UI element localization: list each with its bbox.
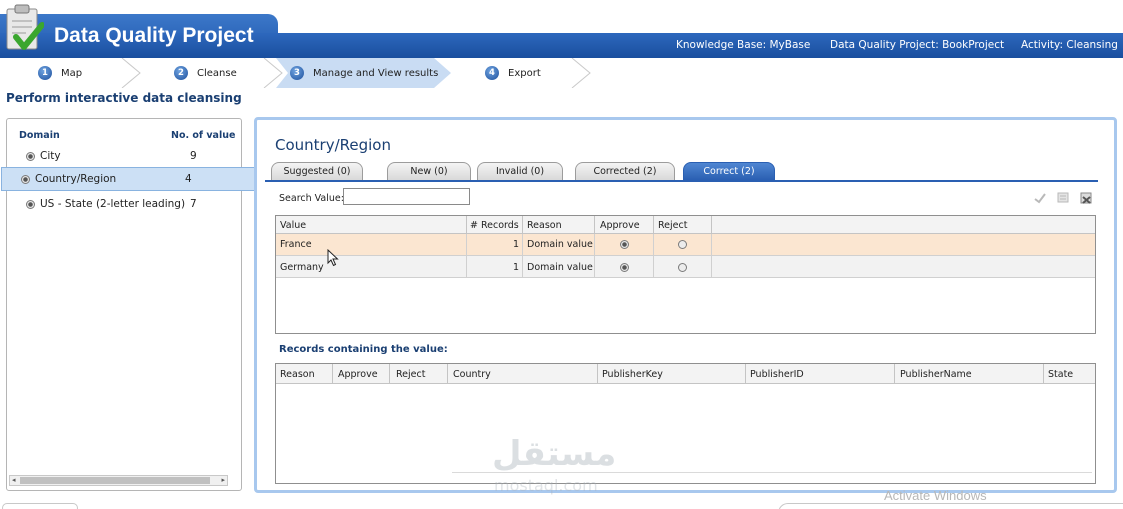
- project-label: Data Quality Project: BookProject: [830, 39, 1005, 51]
- activity-label: Activity: Cleansing: [1021, 39, 1118, 51]
- step-label: Map: [61, 67, 83, 79]
- col-publisher-key[interactable]: PublisherKey: [602, 369, 663, 380]
- domain-name: Country/Region: [35, 173, 117, 185]
- values-grid-header: Value # Records Reason Approve Reject: [276, 216, 1095, 234]
- tab-invalid[interactable]: Invalid (0): [477, 162, 563, 180]
- tab-underline: [265, 180, 1098, 182]
- wizard-steps-bar: 1 Map 2 Cleanse 3 Manage and View result…: [0, 58, 1123, 88]
- step-number-icon: 1: [38, 66, 52, 80]
- domain-name: US - State (2-letter leading): [40, 198, 186, 210]
- step-number-icon: 4: [485, 66, 499, 80]
- domain-name: City: [40, 150, 61, 162]
- col-approve[interactable]: Approve: [600, 220, 640, 231]
- domain-row-country-region[interactable]: Country/Region 4: [1, 167, 255, 191]
- approve-radio[interactable]: [620, 263, 629, 272]
- app-title: Data Quality Project: [54, 24, 254, 47]
- cell-reason: Domain value: [527, 239, 593, 250]
- domain-count: 4: [185, 173, 192, 185]
- activate-windows-overlay: Activate Windows: [884, 488, 987, 503]
- tab-correct[interactable]: Correct (2): [683, 162, 775, 180]
- tab-new[interactable]: New (0): [387, 162, 471, 180]
- reject-radio[interactable]: [678, 263, 687, 272]
- col-records[interactable]: # Records: [470, 220, 519, 231]
- domain-radio[interactable]: [26, 151, 35, 161]
- reject-all-icon[interactable]: [1056, 191, 1070, 205]
- domain-row-us-state[interactable]: US - State (2-letter leading) 7: [7, 192, 249, 216]
- approve-radio[interactable]: [620, 240, 629, 249]
- approve-all-icon[interactable]: [1033, 191, 1047, 205]
- domain-column-header: Domain: [19, 130, 60, 141]
- step-cleanse[interactable]: 2 Cleanse: [174, 58, 264, 88]
- dqs-client-window: { "header": { "app_title": "Data Quality…: [0, 0, 1123, 509]
- domains-horizontal-scrollbar[interactable]: ◂ ▸: [9, 475, 228, 486]
- search-label: Search Value:: [279, 193, 344, 204]
- col-publisher-name[interactable]: PublisherName: [900, 369, 972, 380]
- table-row[interactable]: Germany 1 Domain value: [276, 256, 1095, 278]
- cell-reason: Domain value: [527, 262, 593, 273]
- col-publisher-id[interactable]: PublisherID: [750, 369, 804, 380]
- step-label: Export: [508, 67, 541, 79]
- cell-records: 1: [513, 262, 520, 273]
- col-reason[interactable]: Reason: [527, 220, 562, 231]
- scroll-thumb[interactable]: [20, 477, 210, 484]
- domain-count: 7: [190, 198, 197, 210]
- domains-panel: Domain No. of value City 9 Country/Regio…: [1, 118, 255, 491]
- domain-radio[interactable]: [26, 199, 35, 209]
- tab-corrected[interactable]: Corrected (2): [575, 162, 675, 180]
- col-reject[interactable]: Reject: [658, 220, 687, 231]
- values-grid: Value # Records Reason Approve Reject Fr…: [275, 215, 1096, 334]
- col-value[interactable]: Value: [280, 220, 306, 231]
- col-reject[interactable]: Reject: [396, 369, 425, 380]
- reject-radio[interactable]: [678, 240, 687, 249]
- domain-title: Country/Region: [275, 136, 391, 154]
- step-label: Cleanse: [197, 67, 237, 79]
- step-label: Manage and View results: [313, 67, 439, 79]
- domain-count: 9: [190, 150, 197, 162]
- count-column-header: No. of value: [171, 130, 236, 141]
- result-tabs: Suggested (0) New (0) Invalid (0) Correc…: [265, 162, 1105, 180]
- step-number-icon: 2: [174, 66, 188, 80]
- delete-icon[interactable]: [1079, 191, 1093, 205]
- records-section-title: Records containing the value:: [279, 344, 448, 355]
- clipboard-check-icon: [6, 4, 44, 50]
- page-title: Perform interactive data cleansing: [6, 91, 242, 105]
- col-approve[interactable]: Approve: [338, 369, 378, 380]
- domain-row-city[interactable]: City 9: [7, 144, 249, 168]
- cell-records: 1: [513, 239, 520, 250]
- scroll-right-icon[interactable]: ▸: [221, 476, 225, 485]
- app-header: Data Quality Project Knowledge Base: MyB…: [0, 0, 1123, 58]
- step-chevron: [571, 58, 591, 88]
- watermark-latin: mostaql.com: [494, 476, 598, 495]
- tab-suggested[interactable]: Suggested (0): [271, 162, 363, 180]
- records-grid: Reason Approve Reject Country PublisherK…: [275, 363, 1096, 484]
- records-grid-header: Reason Approve Reject Country PublisherK…: [276, 364, 1095, 384]
- search-value-input[interactable]: [343, 188, 470, 205]
- col-state[interactable]: State: [1048, 369, 1073, 380]
- bottom-button-edge[interactable]: [2, 503, 78, 509]
- watermark-arabic: مستقل: [492, 434, 617, 474]
- results-panel: Country/Region Suggested (0) New (0) Inv…: [254, 117, 1117, 493]
- table-row[interactable]: France 1 Domain value: [276, 234, 1095, 256]
- step-export[interactable]: 4 Export: [485, 58, 575, 88]
- step-chevron: [121, 58, 141, 88]
- col-country[interactable]: Country: [453, 369, 491, 380]
- domain-radio[interactable]: [21, 174, 30, 184]
- bottom-panel-edge: [778, 503, 1123, 509]
- col-reason[interactable]: Reason: [280, 369, 315, 380]
- step-number-icon: 3: [290, 66, 304, 80]
- step-manage-view-results[interactable]: 3 Manage and View results: [290, 58, 440, 88]
- cell-value: Germany: [280, 262, 324, 273]
- cell-value: France: [280, 239, 312, 250]
- mostaql-watermark: مستقل mostaql.com: [492, 434, 632, 496]
- knowledge-base-label: Knowledge Base: MyBase: [676, 39, 811, 51]
- scroll-left-icon[interactable]: ◂: [12, 476, 16, 485]
- mouse-cursor-icon: [327, 249, 339, 267]
